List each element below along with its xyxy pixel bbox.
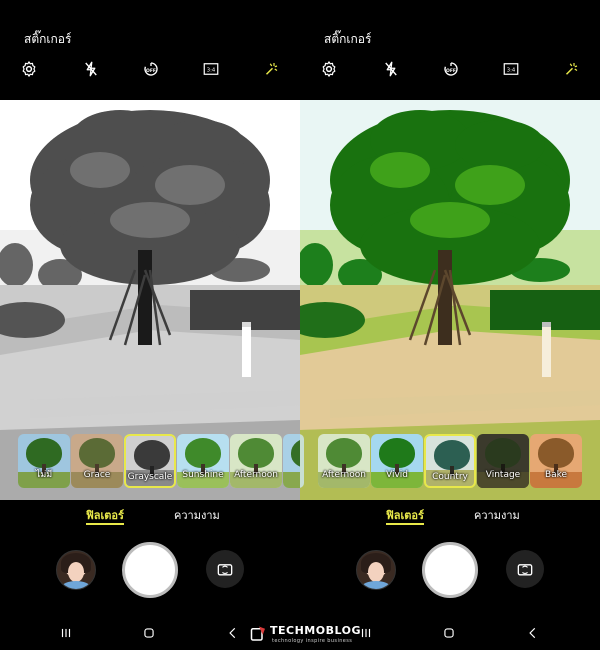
gear-icon[interactable] [318,58,340,80]
switch-camera-icon [217,564,233,576]
shutter-button[interactable] [122,542,178,598]
filter-label: Country [432,472,468,482]
filter-thumb-vintage[interactable]: Vintage [477,434,529,488]
magic-wand-icon[interactable] [560,58,582,80]
filter-label: Afternoon [322,470,366,480]
filter-thumb-afternoon[interactable]: Afternoon [318,434,370,488]
timer-off-icon[interactable]: OFF [140,58,162,80]
filter-label: Vivid [386,470,408,480]
watermark-brand: TECHMOBLOG [270,624,361,637]
shutter-button[interactable] [422,542,478,598]
timer-off-icon[interactable]: OFF [440,58,462,80]
aspect-ratio-label: 3:4 [207,67,216,73]
filter-label: Afternoon [234,470,278,480]
filter-label: Grayscale [127,472,173,482]
camera-viewfinder[interactable]: ไม่มี Grace Grayscale Sunshine Afternoon [0,100,300,500]
home-icon[interactable] [138,622,160,644]
camera-screen-right: สติ๊กเกอร์ OFF 3:4 Afternoon Vivid Count… [300,0,600,650]
stickers-title[interactable]: สติ๊กเกอร์ [324,30,371,49]
switch-camera-button[interactable] [506,550,544,588]
switch-camera-button[interactable] [206,550,244,588]
mode-tabs: ฟิลเตอร์ ความงาม [300,506,600,526]
filter-label: Sunshine [182,470,224,480]
timer-off-label: OFF [446,68,456,74]
techmoblog-watermark: TECHMOBLOG technology inspire business [248,623,378,647]
aspect-ratio-icon[interactable]: 3:4 [200,58,222,80]
magic-wand-icon[interactable] [260,58,282,80]
camera-screen-left: สติ๊กเกอร์ OFF 3:4 ไม่มี Grace Grayscale… [0,0,300,650]
tab-filter[interactable]: ฟิลเตอร์ [386,506,424,525]
filter-thumb-none[interactable]: ไม่มี [18,434,70,488]
tab-filter[interactable]: ฟิลเตอร์ [86,506,124,525]
filter-label: ไม่มี [35,470,53,480]
timer-off-label: OFF [146,68,156,74]
camera-toolbar: OFF 3:4 [0,58,300,80]
watermark-tagline: technology inspire business [272,638,353,644]
filter-thumb-partial[interactable] [300,434,304,488]
home-icon[interactable] [438,622,460,644]
gallery-thumbnail[interactable] [56,550,96,590]
filter-label: Grace [83,470,111,480]
gear-icon[interactable] [18,58,40,80]
filter-thumb-grayscale[interactable]: Grayscale [124,434,176,488]
flash-off-icon[interactable] [380,58,402,80]
filter-thumb-vivid[interactable]: Vivid [371,434,423,488]
filter-thumb-country[interactable]: Country [424,434,476,488]
filter-thumb-partial[interactable] [283,434,300,488]
aspect-ratio-icon[interactable]: 3:4 [500,58,522,80]
tab-beauty[interactable]: ความงาม [174,506,220,524]
filter-thumb-bake[interactable]: Bake [530,434,582,488]
stickers-title[interactable]: สติ๊กเกอร์ [24,30,71,49]
camera-viewfinder[interactable]: Afternoon Vivid Country Vintage Bake [300,100,600,500]
filter-thumb-grace[interactable]: Grace [71,434,123,488]
filter-label: Bake [544,470,568,480]
filter-strip: Afternoon Vivid Country Vintage Bake [300,434,600,488]
filter-strip: ไม่มี Grace Grayscale Sunshine Afternoon [0,434,300,488]
techmoblog-logo-icon [250,626,265,641]
flash-off-icon[interactable] [80,58,102,80]
back-icon[interactable] [222,622,244,644]
mode-tabs: ฟิลเตอร์ ความงาม [0,506,300,526]
filter-thumb-afternoon[interactable]: Afternoon [230,434,282,488]
aspect-ratio-label: 3:4 [507,67,516,73]
camera-toolbar: OFF 3:4 [300,58,600,80]
back-icon[interactable] [522,622,544,644]
filter-label: Vintage [485,470,521,480]
switch-camera-icon [517,564,533,576]
filter-thumb-sunshine[interactable]: Sunshine [177,434,229,488]
gallery-thumbnail[interactable] [356,550,396,590]
recent-apps-icon[interactable] [55,622,77,644]
tab-beauty[interactable]: ความงาม [474,506,520,524]
